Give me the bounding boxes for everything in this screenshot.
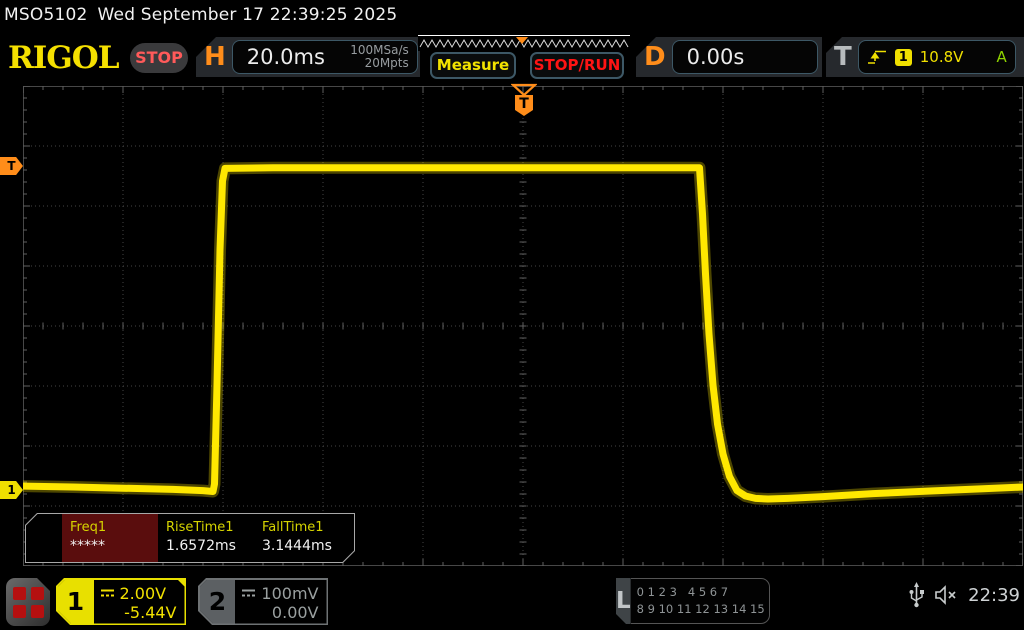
clock: 22:39 (968, 584, 1020, 606)
trigger-level-value: 10.8V (919, 48, 964, 66)
timebase-panel[interactable]: 20.0ms 100MSa/s 20Mpts (231, 40, 418, 74)
delay-panel[interactable]: 0.00s (671, 40, 818, 74)
datetime: Wed September 17 22:39:25 2025 (97, 5, 398, 25)
channel1-offset: -5.44V (124, 602, 177, 622)
titlebar: MSO5102 Wed September 17 22:39:25 2025 (0, 0, 1024, 32)
channel2-badge[interactable]: 2 100mV 0.00V (198, 578, 328, 625)
trigger-source-badge: 1 (894, 48, 912, 66)
channel1-badge-inner: 1 2.00V -5.44V (58, 580, 185, 624)
channel-menu-button[interactable] (6, 578, 50, 626)
channel1-values: 2.00V -5.44V (94, 580, 185, 624)
svg-text:T: T (519, 96, 529, 112)
measure-button[interactable]: Measure (430, 52, 516, 79)
channel1-position-marker[interactable]: 1 (0, 481, 23, 499)
channel1-badge[interactable]: 1 2.00V -5.44V (56, 578, 186, 625)
trigger-settings-block[interactable]: T 1 10.8V A (826, 37, 1024, 77)
channel2-scale: 100mV (261, 583, 319, 603)
grid-icon (13, 587, 44, 618)
rising-edge-icon (867, 50, 886, 64)
timebase-value: 20.0ms (246, 45, 325, 69)
trigger-level-marker[interactable]: T (0, 157, 23, 175)
horizontal-settings-block[interactable]: H 20.0ms 100MSa/s 20Mpts (196, 37, 420, 77)
model-name: MSO5102 (4, 5, 88, 25)
ch1-trace-glow (17, 161, 1024, 505)
graticule-area (17, 85, 1024, 567)
oscilloscope-screen: MSO5102 Wed September 17 22:39:25 2025 RI… (0, 0, 1024, 630)
digital-label: L (616, 578, 631, 624)
channel2-values: 100mV 0.00V (235, 580, 326, 624)
overview-zigzag (418, 35, 630, 49)
channel2-badge-inner: 2 100mV 0.00V (200, 580, 327, 624)
measurement-spacer (26, 514, 62, 562)
trigger-label: T (834, 42, 852, 72)
trigger-position-marker[interactable]: T (511, 83, 537, 117)
waveform-overview-strip[interactable] (418, 35, 630, 51)
trigger-panel[interactable]: 1 10.8V A (857, 40, 1016, 74)
dc-coupling-icon (100, 588, 115, 598)
horizontal-label: H (204, 42, 226, 72)
status-icons: 22:39 (909, 582, 1020, 608)
ch1-trace (19, 164, 1024, 503)
digital-channels-badge[interactable]: L 0 1 2 3 4 5 6 78 9 10 11 12 13 14 15 (616, 578, 770, 624)
measurement-item-falltime[interactable]: FallTime1 3.1444ms (254, 514, 350, 562)
channel1-scale: 2.00V (119, 583, 167, 603)
sample-rate: 100MSa/s 20Mpts (350, 43, 409, 70)
stop-run-button[interactable]: STOP/RUN (530, 52, 624, 79)
digital-channel-list: 0 1 2 3 4 5 6 78 9 10 11 12 13 14 15 (630, 578, 770, 624)
measurement-panel-inner: Freq1 ***** RiseTime1 1.6572ms FallTime1… (26, 514, 354, 562)
delay-label: D (644, 42, 666, 72)
usb-icon[interactable] (909, 582, 925, 608)
acquisition-status-badge: STOP (130, 43, 188, 73)
measurement-item-freq[interactable]: Freq1 ***** (62, 514, 158, 562)
channel2-offset: 0.00V (271, 602, 319, 622)
trigger-sweep-mode: A (996, 48, 1007, 66)
rigol-logo: RIGOL (8, 40, 120, 76)
measurement-item-risetime[interactable]: RiseTime1 1.6572ms (158, 514, 254, 562)
delay-settings-block[interactable]: D 0.00s (636, 37, 822, 77)
dc-coupling-icon (241, 588, 256, 598)
measurement-panel[interactable]: Freq1 ***** RiseTime1 1.6572ms FallTime1… (25, 513, 355, 563)
graticule-grid (17, 85, 1024, 567)
header-bar: RIGOL STOP H 20.0ms 100MSa/s 20Mpts Measu… (0, 34, 1024, 80)
speaker-muted-icon[interactable] (934, 585, 958, 605)
delay-value: 0.00s (686, 45, 745, 69)
